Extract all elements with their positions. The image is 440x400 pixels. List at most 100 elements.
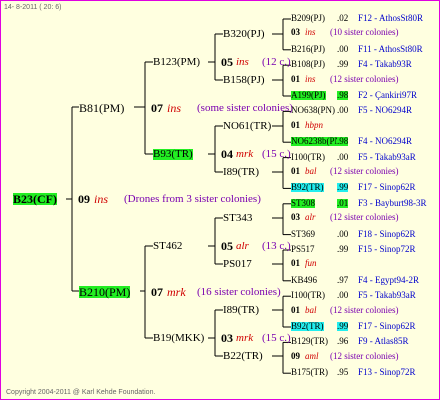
g5-value: .01 <box>337 197 349 208</box>
g5-value: .99 <box>337 244 349 254</box>
dam-name[interactable]: B210(PM) <box>79 286 131 298</box>
g3-year: 04 <box>221 147 233 161</box>
g5-origin: F5 - NO6294R <box>358 105 413 116</box>
g5-value: .02 <box>337 13 349 23</box>
g3-name[interactable]: B19(MKK) <box>153 333 204 344</box>
g5-name[interactable]: I100(TR) <box>291 152 325 162</box>
g5-name[interactable]: ST369 <box>291 229 315 239</box>
g5-value: .97 <box>337 274 349 285</box>
g3-note: (12 c.) <box>262 56 291 68</box>
dam-year: 07 <box>151 285 163 299</box>
g5-origin: F11 - AthosSt80R <box>358 43 423 54</box>
g5-value: .00 <box>337 105 349 116</box>
g5-name[interactable]: B92(TR) <box>291 183 324 193</box>
g5-origin: F15 - Sinop72R <box>358 244 416 254</box>
g3-mark: mrk <box>236 332 254 344</box>
g4-name[interactable]: NO61(TR) <box>223 121 271 132</box>
g5-note: (12 sister colonies) <box>330 350 399 361</box>
g4-name[interactable]: B22(TR) <box>223 351 263 362</box>
g5-origin: F5 - Takab93aR <box>358 151 416 162</box>
g3-name[interactable]: B123(PM) <box>153 57 200 68</box>
g5-name[interactable]: PS517 <box>291 245 315 254</box>
g3-note: (13 c.) <box>262 240 291 252</box>
sire-note: (some sister colonies) <box>197 102 293 114</box>
g5-year: 01 <box>291 73 300 84</box>
g5-origin: F5 - Takab93aR <box>358 290 416 301</box>
g5-origin: F17 - Sinop62R <box>358 182 416 193</box>
g5-origin: F4 - Egypt94-2R <box>358 274 420 285</box>
root-note: (Drones from 3 sister colonies) <box>124 193 261 205</box>
g5-year: 03 <box>291 27 300 38</box>
g4-name[interactable]: I89(TR) <box>223 167 259 178</box>
g5-origin: F12 - AthosSt80R <box>358 13 424 23</box>
g3-year: 05 <box>221 55 233 69</box>
g5-value: .00 <box>337 290 349 301</box>
g5-origin: F2 - Çankiri97R <box>358 90 418 100</box>
g5-mark: ins <box>305 27 316 38</box>
g4-name[interactable]: PS017 <box>223 259 252 270</box>
g5-origin: F18 - Sinop62R <box>358 228 416 239</box>
sire-year: 07 <box>151 101 163 115</box>
g5-year: 03 <box>291 212 300 223</box>
dam-mark: mrk <box>167 285 186 299</box>
g5-name[interactable]: A199(PJ) <box>291 91 326 100</box>
g5-value: .00 <box>337 151 349 162</box>
g5-value: .99 <box>337 182 349 193</box>
dam-note: (16 sister colonies) <box>197 286 281 298</box>
g5-name[interactable]: B129(TR) <box>291 337 328 346</box>
g5-year: 01 <box>291 258 300 269</box>
g5-origin: F3 - Bayburt98-3R <box>358 197 427 208</box>
g5-value: .99 <box>337 59 349 70</box>
g5-origin: F13 - Sinop72R <box>358 367 416 378</box>
g5-note: (12 sister colonies) <box>330 166 399 176</box>
g5-year: 01 <box>291 166 300 176</box>
g5-note: (10 sister colonies) <box>330 27 399 38</box>
g3-name[interactable]: ST462 <box>153 241 182 252</box>
g3-note: (15 c.) <box>262 332 291 344</box>
sire-name[interactable]: B81(PM) <box>79 102 124 114</box>
g3-note: (15 c.) <box>262 148 291 160</box>
g5-mark: ins <box>305 73 316 84</box>
g5-mark: hbpn <box>305 119 323 130</box>
g4-name[interactable]: B158(PJ) <box>223 75 265 86</box>
root-mark: ins <box>94 192 109 206</box>
g4-name[interactable]: B320(PJ) <box>223 29 265 40</box>
sire-mark: ins <box>167 101 182 115</box>
g5-name[interactable]: B108(PJ) <box>291 60 325 69</box>
g5-origin: F4 - NO6294R <box>358 136 413 147</box>
g5-year: 01 <box>291 304 300 315</box>
g5-year: 09 <box>291 350 300 361</box>
g3-mark: mrk <box>236 148 254 160</box>
g5-name[interactable]: KB496 <box>291 275 317 285</box>
g5-name[interactable]: I100(TR) <box>291 291 325 300</box>
g4-name[interactable]: ST343 <box>223 213 252 224</box>
g5-value: .00 <box>337 43 349 54</box>
g5-value: .96 <box>337 336 349 347</box>
g5-value: .99 <box>337 321 349 331</box>
g3-year: 05 <box>221 239 233 253</box>
g3-name[interactable]: B93(TR) <box>153 149 193 160</box>
copyright-text: Copyright 2004-2011 @ Karl Kehde Foundat… <box>6 389 156 396</box>
root-year: 09 <box>78 192 90 206</box>
g5-note: (12 sister colonies) <box>330 304 399 315</box>
g4-name[interactable]: I89(TR) <box>223 305 259 316</box>
g5-name[interactable]: B209(PJ) <box>291 14 325 23</box>
g5-year: 01 <box>291 119 300 130</box>
g5-name[interactable]: ST308 <box>291 198 316 208</box>
g5-name[interactable]: B216(PJ) <box>291 44 325 54</box>
root-name[interactable]: B23(CF) <box>13 193 57 205</box>
g5-note: (12 sister colonies) <box>330 73 399 84</box>
g5-name[interactable]: NO638(PN) <box>291 106 335 115</box>
g5-name[interactable]: B92(TR) <box>291 322 324 331</box>
date-stamp: 14- 8-2011 ( 20: 6) <box>4 4 62 11</box>
g5-origin: F17 - Sinop62R <box>358 321 416 331</box>
g5-note: (12 sister colonies) <box>330 212 399 223</box>
g5-mark: alr <box>305 212 316 223</box>
g5-mark: bal <box>305 304 317 315</box>
g5-origin: F4 - Takab93R <box>358 59 412 70</box>
g5-value: .00 <box>337 228 349 239</box>
g5-mark: aml <box>305 350 319 361</box>
g5-value: .98 <box>337 136 349 147</box>
g5-name[interactable]: B175(TR) <box>291 368 328 377</box>
g3-year: 03 <box>221 331 233 345</box>
